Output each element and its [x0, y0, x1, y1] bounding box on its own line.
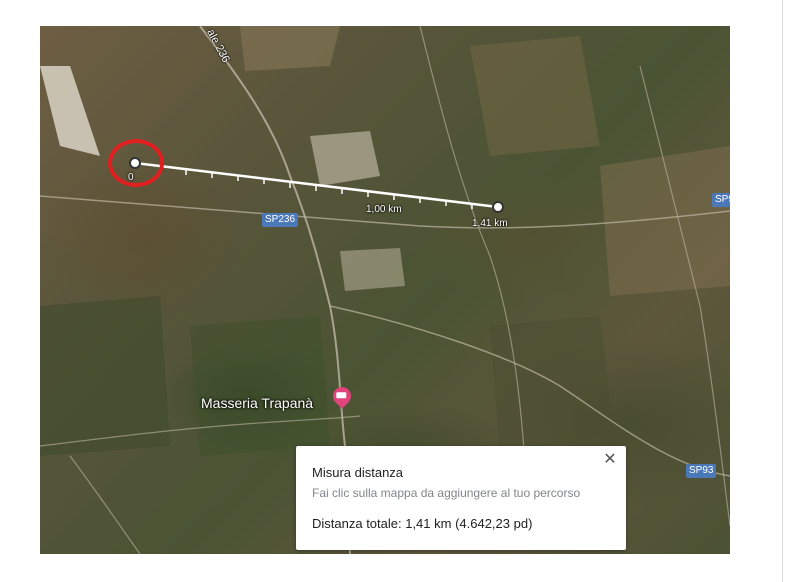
road-shield-sp236: SP236 [262, 213, 299, 227]
measure-end-label: 1,41 km [472, 218, 508, 229]
highlight-circle [108, 139, 164, 187]
place-label-masseria[interactable]: Masseria Trapanà [201, 395, 313, 411]
frame-border [782, 0, 783, 582]
road-shield-sp93: SP93 [686, 464, 717, 478]
road-shield-sp9: SP9 [712, 193, 730, 207]
measure-distance-panel: Misura distanza ✕ Fai clic sulla mappa d… [296, 446, 626, 550]
measure-mid-label: 1,00 km [366, 204, 402, 215]
total-distance: Distanza totale: 1,41 km (4.642,23 pd) [312, 516, 533, 531]
close-icon[interactable]: ✕ [602, 452, 618, 468]
panel-hint: Fai clic sulla mappa da aggiungere al tu… [312, 486, 581, 500]
panel-title: Misura distanza [312, 465, 404, 480]
measure-end-point [492, 201, 504, 213]
hotel-bed-icon [336, 392, 347, 399]
